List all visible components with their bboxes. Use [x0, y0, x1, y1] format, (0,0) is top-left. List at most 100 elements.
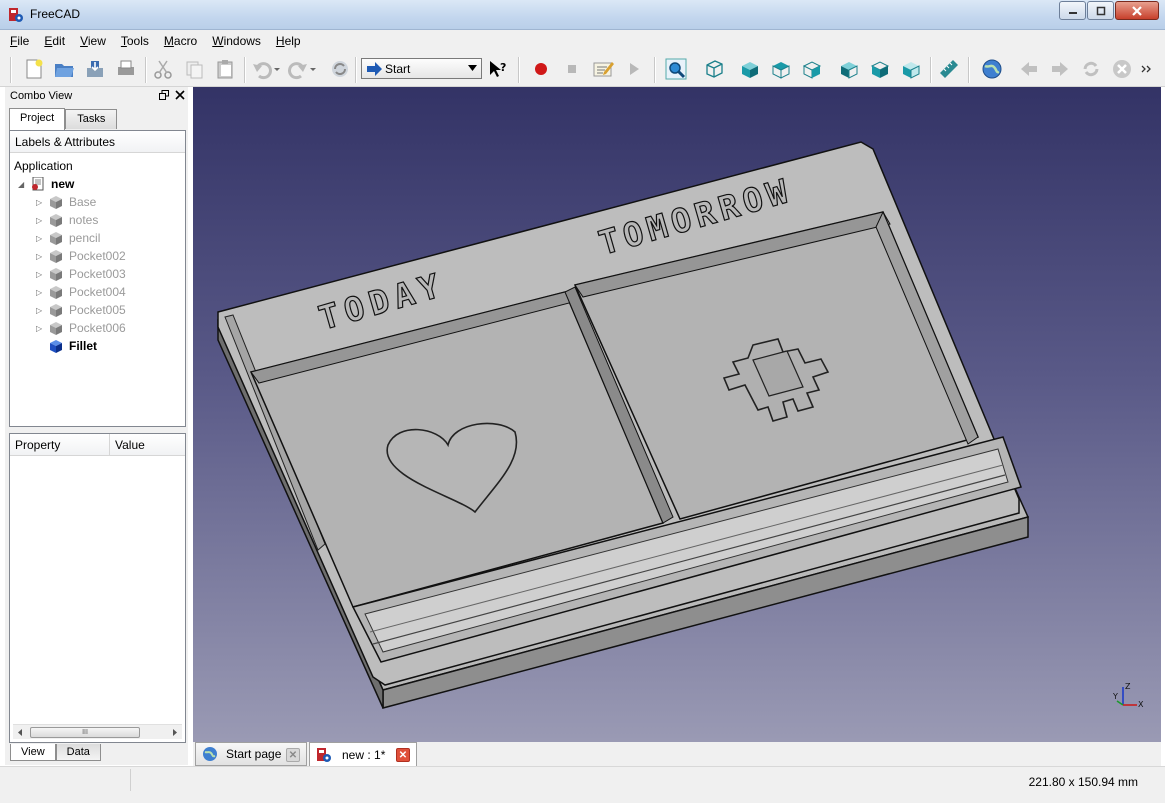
tree-document-new[interactable]: ◢ new — [18, 175, 74, 193]
menu-tools[interactable]: Tools — [121, 34, 149, 48]
maximize-button[interactable] — [1087, 1, 1114, 20]
tab-tasks[interactable]: Tasks — [65, 109, 118, 129]
doc-tab-new[interactable]: new : 1* ✕ — [309, 742, 417, 766]
view-left-button[interactable] — [899, 57, 923, 81]
tree-item-label: Pocket006 — [69, 321, 126, 335]
reload-button[interactable] — [1079, 57, 1103, 81]
execute-macro-button[interactable] — [622, 57, 646, 81]
expand-arrow-icon[interactable]: ▷ — [36, 288, 48, 297]
cube-wireframe-icon — [706, 60, 723, 78]
cut-button[interactable] — [151, 57, 175, 81]
scroll-left-icon[interactable] — [16, 728, 24, 737]
doc-tab-start-page[interactable]: Start page ✕ — [195, 742, 307, 766]
record-macro-button[interactable] — [529, 57, 553, 81]
menu-macro[interactable]: Macro — [164, 34, 197, 48]
part-cube-icon — [50, 268, 62, 281]
tree-item-pocket002[interactable]: ▷ Pocket002 — [36, 247, 126, 265]
stop-loading-button[interactable] — [1110, 57, 1134, 81]
refresh-button[interactable] — [328, 57, 352, 81]
3d-viewport[interactable]: TODAY TOMORROW Z X Y — [193, 87, 1161, 742]
view-top-button[interactable] — [769, 57, 793, 81]
tab-view[interactable]: View — [10, 744, 56, 761]
minimize-button[interactable] — [1059, 1, 1086, 20]
view-axonometric-button[interactable] — [702, 57, 726, 81]
tree-item-pocket004[interactable]: ▷ Pocket004 — [36, 283, 126, 301]
whats-this-button[interactable]: ? — [486, 57, 510, 81]
undo-dropdown[interactable] — [272, 57, 282, 81]
collapse-arrow-icon[interactable]: ◢ — [18, 180, 30, 189]
expand-arrow-icon[interactable]: ▷ — [36, 198, 48, 207]
desk-tray-model[interactable]: TODAY TOMORROW — [193, 87, 1161, 742]
tab-project[interactable]: Project — [9, 108, 66, 130]
expand-arrow-icon[interactable]: ▷ — [36, 234, 48, 243]
tree-item-label: Fillet — [69, 339, 98, 353]
whats-this-icon: ? — [490, 61, 506, 77]
close-panel-button[interactable] — [175, 90, 185, 103]
chevron-down-icon — [468, 65, 477, 71]
new-document-icon — [26, 59, 43, 79]
combo-view-panel: Combo View Project Tasks Labels & Attrib… — [5, 87, 188, 765]
close-button[interactable] — [1115, 1, 1159, 20]
scrollbar-thumb[interactable]: III — [30, 727, 140, 738]
menu-view[interactable]: View — [80, 34, 106, 48]
menu-file[interactable]: File — [10, 34, 29, 48]
scroll-right-icon[interactable] — [171, 728, 179, 737]
tree-item-notes[interactable]: ▷ notes — [36, 211, 98, 229]
redo-button[interactable] — [286, 57, 310, 81]
tree-root-application[interactable]: Application — [14, 157, 73, 175]
horizontal-scrollbar[interactable]: III — [13, 724, 182, 739]
view-right-button[interactable] — [800, 57, 824, 81]
stop-macro-button[interactable] — [560, 57, 584, 81]
document-tab-bar: Start page ✕ new : 1* ✕ — [193, 742, 1161, 766]
view-fit-all-button[interactable] — [664, 57, 688, 81]
zoom-fit-icon — [665, 58, 687, 80]
close-tab-button[interactable]: ✕ — [396, 748, 410, 762]
tree-item-base[interactable]: ▷ Base — [36, 193, 96, 211]
new-document-button[interactable] — [22, 57, 46, 81]
close-tab-button[interactable]: ✕ — [286, 748, 300, 762]
back-button[interactable] — [1017, 57, 1041, 81]
expand-arrow-icon[interactable]: ▷ — [36, 216, 48, 225]
part-cube-icon — [50, 322, 62, 335]
tree-item-pencil[interactable]: ▷ pencil — [36, 229, 100, 247]
workbench-selector[interactable]: Start — [361, 58, 482, 79]
value-column-header[interactable]: Value — [110, 434, 150, 455]
web-browser-button[interactable] — [980, 57, 1004, 81]
copy-button[interactable] — [182, 57, 206, 81]
part-cube-icon — [50, 214, 62, 227]
menu-help[interactable]: Help — [276, 34, 301, 48]
menu-edit[interactable]: Edit — [44, 34, 65, 48]
view-rear-button[interactable] — [837, 57, 861, 81]
paste-button[interactable] — [213, 57, 237, 81]
edit-macro-button[interactable] — [591, 57, 615, 81]
view-bottom-button[interactable] — [868, 57, 892, 81]
redo-dropdown[interactable] — [308, 57, 318, 81]
status-bar: 221.80 x 150.94 mm — [0, 766, 1165, 803]
window-title: FreeCAD — [30, 7, 81, 21]
property-column-header[interactable]: Property — [10, 434, 110, 455]
tree-item-fillet[interactable]: Fillet — [48, 337, 97, 355]
tree-item-pocket003[interactable]: ▷ Pocket003 — [36, 265, 126, 283]
measure-button[interactable] — [937, 57, 961, 81]
expand-arrow-icon[interactable]: ▷ — [36, 270, 48, 279]
tree-item-label: Pocket004 — [69, 285, 126, 299]
toolbar-overflow-button[interactable] — [1139, 57, 1155, 81]
view-front-button[interactable] — [738, 57, 762, 81]
print-button[interactable] — [114, 57, 138, 81]
expand-arrow-icon[interactable]: ▷ — [36, 306, 48, 315]
expand-arrow-icon[interactable]: ▷ — [36, 324, 48, 333]
chevron-down-icon — [310, 68, 316, 71]
macro-edit-icon — [593, 62, 614, 77]
tree-item-pocket005[interactable]: ▷ Pocket005 — [36, 301, 126, 319]
tab-data[interactable]: Data — [55, 744, 101, 761]
open-button[interactable] — [52, 57, 76, 81]
save-button[interactable] — [83, 57, 107, 81]
undo-button[interactable] — [250, 57, 274, 81]
expand-arrow-icon[interactable]: ▷ — [36, 252, 48, 261]
dimensions-readout: 221.80 x 150.94 mm — [1028, 775, 1138, 789]
document-label: new — [51, 177, 75, 191]
float-panel-button[interactable] — [159, 90, 169, 103]
forward-button[interactable] — [1048, 57, 1072, 81]
menu-windows[interactable]: Windows — [212, 34, 261, 48]
tree-item-pocket006[interactable]: ▷ Pocket006 — [36, 319, 126, 337]
